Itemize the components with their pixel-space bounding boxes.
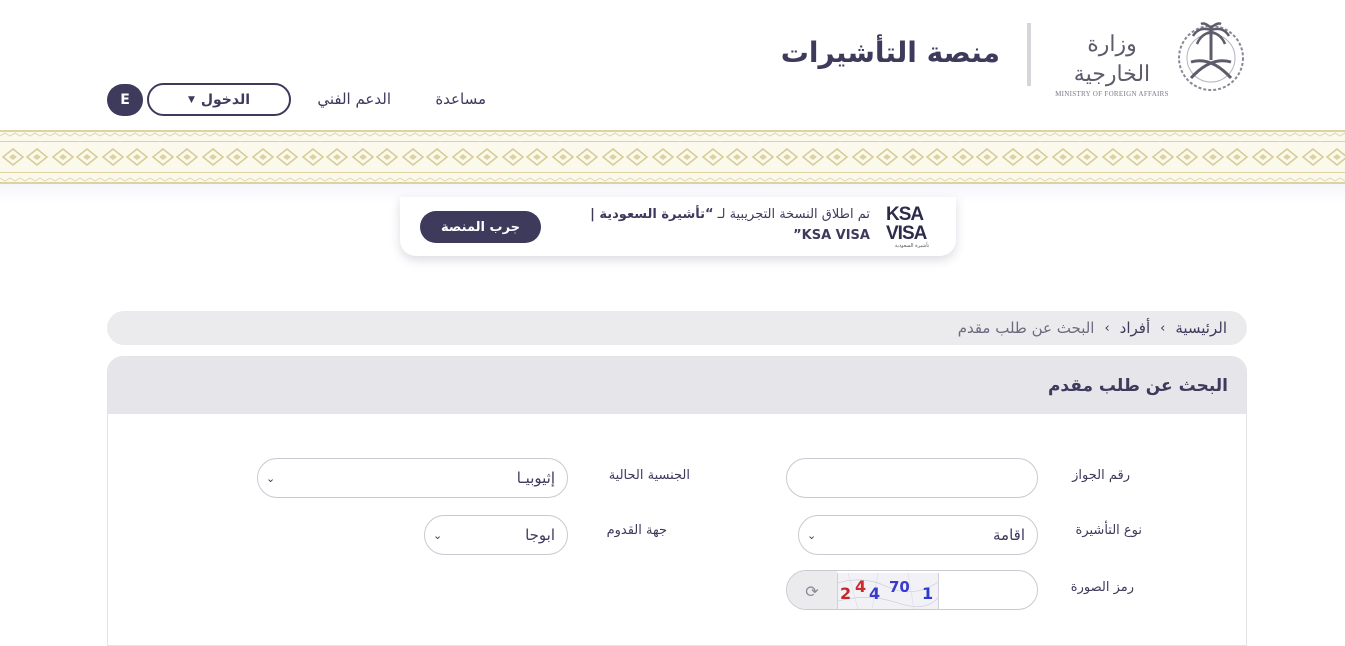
language-toggle-button[interactable]: E (107, 84, 143, 116)
chevron-down-icon: ⌄ (807, 528, 817, 542)
page-title: منصة التأشيرات (780, 36, 1000, 69)
breadcrumb-home[interactable]: الرئيسية (1175, 319, 1227, 337)
chevron-left-icon: › (1104, 320, 1110, 336)
login-dropdown-button[interactable]: الدخول ▼ (147, 83, 291, 116)
breadcrumb-individuals[interactable]: أفراد (1120, 319, 1150, 337)
ministry-name-en: MINISTRY OF FOREIGN AFFAIRS (1055, 90, 1169, 98)
search-panel: البحث عن طلب مقدم (107, 356, 1247, 646)
announcement-text: تم اطلاق النسخة التجريبية لـ “تأشيرة الس… (550, 204, 870, 246)
arrival-value: ابوجا (525, 526, 555, 544)
breadcrumb-current: البحث عن طلب مقدم (957, 319, 1095, 337)
try-platform-button[interactable]: جرب المنصة (420, 211, 541, 243)
header-divider (1027, 23, 1031, 86)
announcement-highlight: “تأشيرة السعودية | (590, 207, 714, 222)
refresh-icon[interactable]: ⟳ (787, 571, 837, 609)
passport-input[interactable] (786, 458, 1038, 498)
nav-support-link[interactable]: الدعم الفني (305, 90, 391, 112)
arrival-label: جهة القدوم (606, 523, 667, 538)
visa-type-select[interactable]: ⌄ اقامة (798, 515, 1038, 555)
chevron-down-icon: ⌄ (266, 471, 276, 485)
nationality-value: إثيوبيـا (516, 469, 555, 487)
chevron-left-icon: › (1160, 320, 1166, 336)
chevron-down-icon: ⌄ (433, 528, 443, 542)
nav-help-link[interactable]: مساعدة (420, 90, 486, 112)
announcement-suffix: KSA VISA” (793, 228, 870, 243)
decorative-band (0, 130, 1345, 184)
caret-down-icon: ▼ (187, 94, 195, 105)
nationality-select[interactable]: ⌄ إثيوبيـا (257, 458, 568, 498)
ksa-visa-logo: KSA VISA تأشيرة السعودية (886, 205, 938, 249)
passport-label: رقم الجواز (1072, 468, 1130, 483)
breadcrumb: الرئيسية › أفراد › البحث عن طلب مقدم (107, 311, 1247, 345)
announcement-card: KSA VISA تأشيرة السعودية تم اطلاق النسخة… (400, 197, 956, 256)
visa-type-value: اقامة (993, 526, 1025, 544)
header: وزارة الخارجية MINISTRY OF FOREIGN AFFAI… (0, 0, 1345, 130)
captcha-image: 2 4 4 70 1 (837, 573, 939, 609)
nationality-label: الجنسية الحالية (608, 468, 690, 483)
announcement-prefix: تم اطلاق النسخة التجريبية لـ (713, 207, 870, 222)
ksa-logo-line1: KSA (886, 204, 924, 225)
ministry-name-ar: وزارة الخارجية (1073, 32, 1151, 87)
emblem-icon (1175, 20, 1247, 92)
visa-type-label: نوع التأشيرة (1075, 523, 1142, 538)
ministry-logo: وزارة الخارجية MINISTRY OF FOREIGN AFFAI… (1050, 30, 1174, 98)
panel-title: البحث عن طلب مقدم (108, 357, 1246, 414)
arrival-select[interactable]: ⌄ ابوجا (424, 515, 568, 555)
captcha-field: ⟳ 2 4 4 70 1 (786, 570, 1038, 610)
captcha-label: رمز الصورة (1070, 580, 1134, 595)
login-label: الدخول (200, 91, 251, 108)
ksa-logo-line2: VISA (886, 223, 927, 244)
